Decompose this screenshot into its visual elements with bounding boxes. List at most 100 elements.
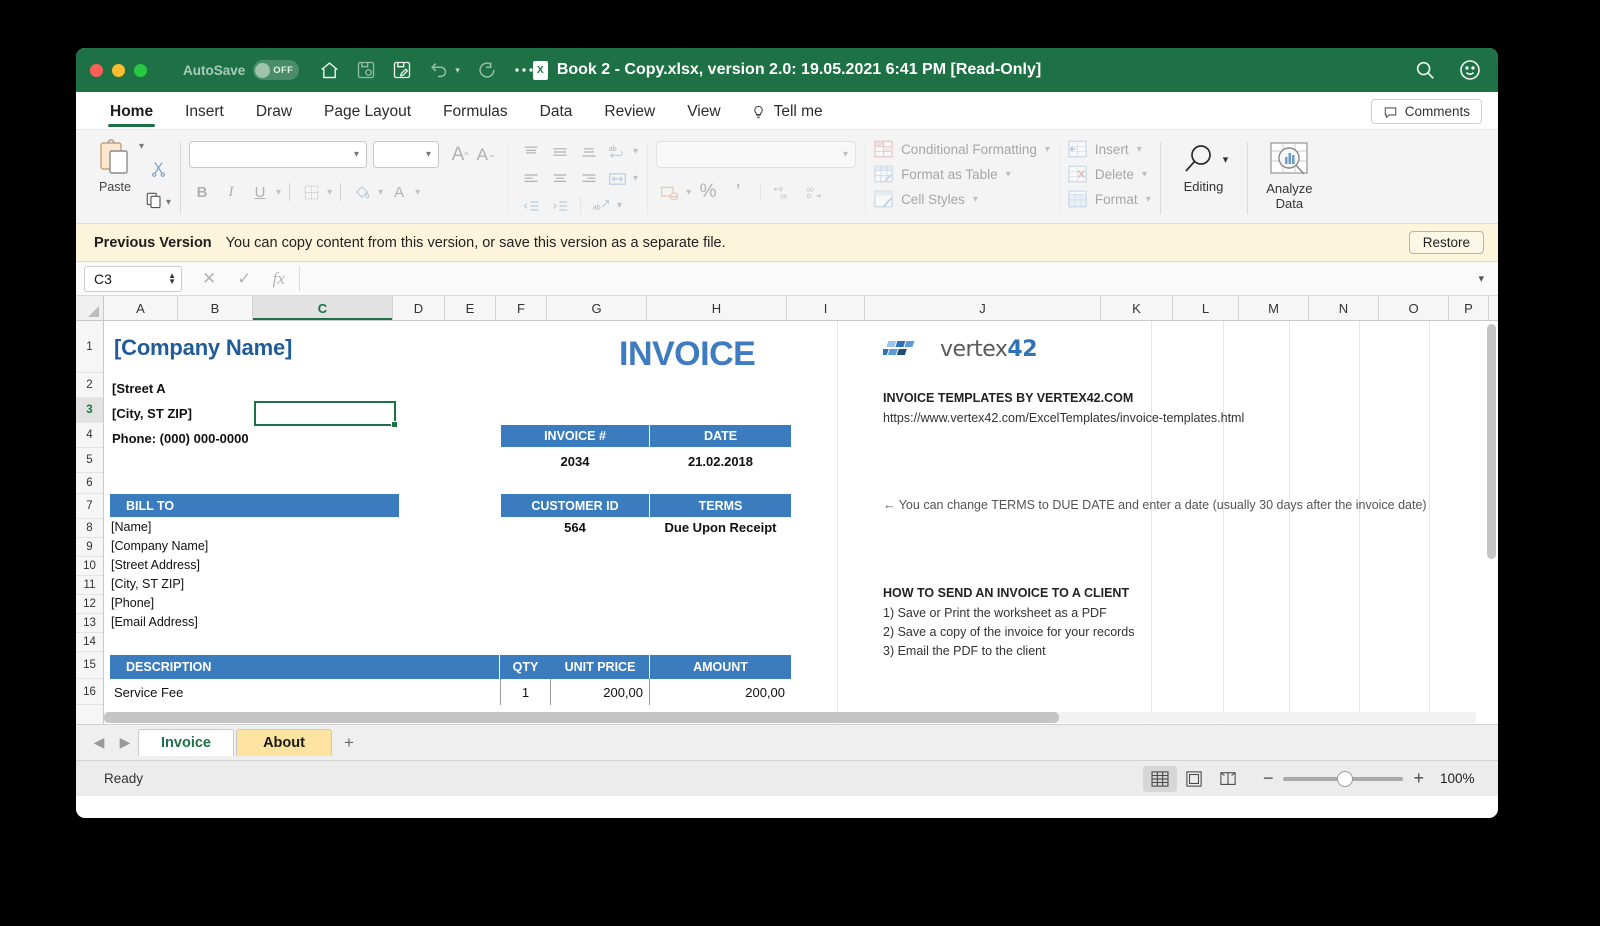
comma-style-icon[interactable]: ’ (725, 180, 751, 204)
row-header-5[interactable]: 5 (76, 448, 103, 473)
horizontal-scrollbar[interactable] (104, 712, 1476, 723)
row-header-15[interactable]: 15 (76, 652, 103, 679)
cell-company-name[interactable]: [Company Name] (114, 335, 292, 361)
row-header-12[interactable]: 12 (76, 595, 103, 614)
font-color-icon[interactable]: A (386, 180, 412, 204)
orientation-dropdown-icon[interactable]: ▾ (617, 200, 622, 211)
row-header-16[interactable]: 16 (76, 679, 103, 705)
sheet-tab-invoice[interactable]: Invoice (138, 729, 234, 756)
minimize-button[interactable] (112, 63, 125, 77)
select-all-corner[interactable] (76, 296, 104, 320)
zoom-slider[interactable] (1283, 770, 1404, 787)
number-format-combobox[interactable]: ▾ (656, 141, 857, 168)
editing-dropdown-icon[interactable]: ▾ (1223, 153, 1229, 166)
tab-home[interactable]: Home (94, 103, 169, 129)
percent-style-icon[interactable]: % (695, 180, 721, 204)
underline-dropdown-icon[interactable]: ▾ (276, 187, 281, 198)
worksheet-canvas[interactable]: [Company Name] [Street A [City, ST ZIP] … (104, 321, 1498, 724)
align-left-icon[interactable] (517, 166, 544, 191)
sidepanel-url[interactable]: https://www.vertex42.com/ExcelTemplates/… (883, 411, 1244, 425)
paste-button[interactable]: Paste (85, 135, 145, 194)
more-icon[interactable] (514, 66, 534, 74)
tab-data[interactable]: Data (524, 103, 589, 129)
column-header-n[interactable]: N (1309, 296, 1379, 320)
tab-insert[interactable]: Insert (169, 103, 240, 129)
page-layout-icon[interactable] (1177, 766, 1211, 792)
cell-styles-button[interactable]: Cell Styles ▾ (874, 190, 1050, 208)
fill-handle[interactable] (391, 421, 398, 428)
item-qty[interactable]: 1 (500, 681, 551, 703)
italic-button[interactable]: I (218, 180, 244, 204)
cut-icon[interactable] (150, 160, 167, 183)
column-header-c[interactable]: C (253, 296, 393, 320)
tab-formulas[interactable]: Formulas (427, 103, 524, 129)
value-date[interactable]: 21.02.2018 (650, 449, 791, 473)
column-header-h[interactable]: H (647, 296, 787, 320)
close-button[interactable] (90, 63, 103, 77)
editing-button[interactable]: ▾ Editing (1169, 135, 1239, 195)
column-header-g[interactable]: G (547, 296, 647, 320)
accounting-format-icon[interactable] (656, 180, 682, 204)
bill-to-line-6[interactable]: [Email Address] (111, 615, 198, 629)
column-header-l[interactable]: L (1173, 296, 1239, 320)
formula-input[interactable] (298, 265, 1498, 292)
formula-bar-expand-icon[interactable]: ▾ (1478, 272, 1484, 285)
font-color-dropdown-icon[interactable]: ▾ (415, 187, 420, 198)
accounting-dropdown-icon[interactable]: ▾ (686, 187, 691, 198)
align-center-icon[interactable] (546, 166, 573, 191)
increase-decimal-icon[interactable]: 0.00 (770, 180, 796, 204)
bill-to-line-2[interactable]: [Company Name] (111, 539, 208, 553)
sheet-tab-about[interactable]: About (236, 729, 332, 756)
item-unit-price[interactable]: 200,00 (551, 681, 643, 703)
insert-function-icon[interactable]: fx (273, 269, 285, 289)
column-header-b[interactable]: B (178, 296, 253, 320)
column-header-i[interactable]: I (787, 296, 865, 320)
autosave-control[interactable]: AutoSave OFF (183, 60, 300, 80)
undo-icon[interactable] (428, 59, 450, 81)
borders-icon[interactable] (298, 180, 324, 204)
value-invoice-number[interactable]: 2034 (501, 449, 649, 473)
column-header-o[interactable]: O (1379, 296, 1449, 320)
zoom-slider-handle[interactable] (1337, 770, 1354, 787)
tell-me-box[interactable]: Tell me (737, 103, 837, 129)
increase-font-size-icon[interactable]: A ^ (447, 143, 473, 167)
value-terms[interactable]: Due Upon Receipt (650, 517, 791, 538)
save-as-icon[interactable] (356, 60, 376, 80)
cell-city-zip[interactable]: [City, ST ZIP] (112, 406, 192, 421)
merge-cells-icon[interactable] (604, 166, 631, 191)
column-header-f[interactable]: F (496, 296, 547, 320)
column-header-e[interactable]: E (445, 296, 496, 320)
wrap-dropdown-icon[interactable]: ▾ (633, 146, 638, 157)
row-header-3[interactable]: 3 (76, 398, 103, 423)
fill-color-dropdown-icon[interactable]: ▾ (378, 187, 383, 198)
underline-button[interactable]: U (247, 180, 273, 204)
column-header-d[interactable]: D (393, 296, 445, 320)
align-top-icon[interactable] (517, 139, 544, 164)
font-name-combobox[interactable]: ▾ (189, 141, 368, 168)
row-header-7[interactable]: 7 (76, 494, 103, 519)
zoom-out-button[interactable]: − (1263, 768, 1274, 789)
insert-cells-button[interactable]: Insert ▾ (1068, 140, 1151, 158)
vertical-scrollbar[interactable] (1487, 324, 1496, 669)
tab-page-layout[interactable]: Page Layout (308, 103, 427, 129)
horizontal-scroll-thumb[interactable] (104, 712, 1059, 723)
paste-dropdown-icon[interactable]: ▾ (139, 141, 144, 152)
row-header-14[interactable]: 14 (76, 633, 103, 652)
name-box[interactable]: C3 ▲ ▼ (84, 265, 182, 292)
item-amount[interactable]: 200,00 (650, 681, 785, 703)
column-header-a[interactable]: A (104, 296, 178, 320)
copy-dropdown-icon[interactable]: ▾ (166, 197, 171, 208)
decrease-decimal-icon[interactable]: .00 0 (800, 180, 826, 204)
bill-to-line-1[interactable]: [Name] (111, 520, 151, 534)
fill-color-icon[interactable] (349, 180, 375, 204)
column-header-p[interactable]: P (1449, 296, 1489, 320)
row-header-11[interactable]: 11 (76, 576, 103, 595)
add-sheet-button[interactable]: + (334, 733, 364, 753)
item-description[interactable]: Service Fee (114, 681, 183, 703)
font-size-combobox[interactable]: ▾ (373, 141, 440, 168)
tab-review[interactable]: Review (588, 103, 671, 129)
merge-dropdown-icon[interactable]: ▾ (633, 173, 638, 184)
zoom-level-label[interactable]: 100% (1440, 771, 1482, 786)
cell-phone[interactable]: Phone: (000) 000-0000 (112, 431, 249, 446)
undo-dropdown-icon[interactable]: ▾ (455, 65, 460, 76)
